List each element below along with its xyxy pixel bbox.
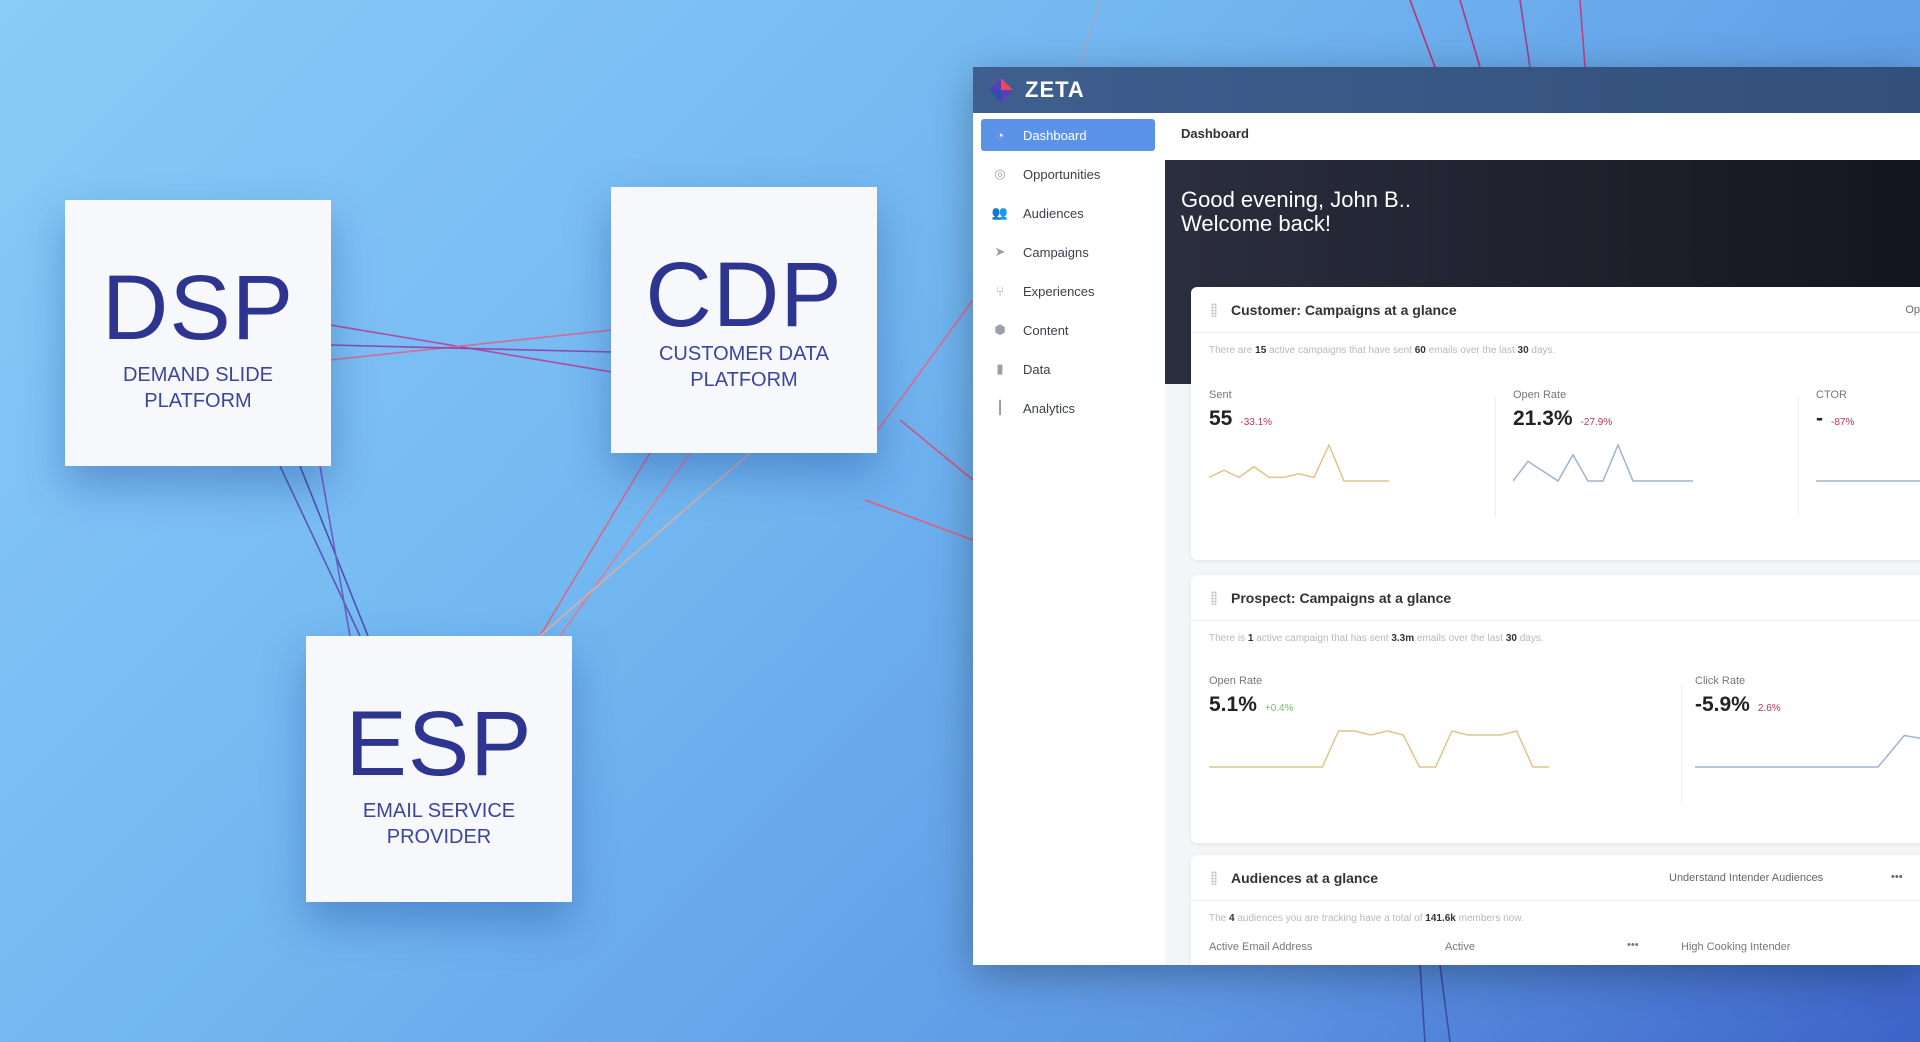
box-title: ESP bbox=[345, 693, 533, 795]
main-content: Dashboard Good evening, John B.. Welcome… bbox=[1165, 113, 1920, 965]
cdp-box: CDP CUSTOMER DATA PLATFORM bbox=[611, 187, 877, 453]
metric-delta: +0.4% bbox=[1264, 703, 1294, 714]
metric-sent: Sent 55 -33.1% bbox=[1209, 389, 1389, 482]
greeting: Good evening, John B.. bbox=[1181, 187, 1411, 212]
sidebar-item-data[interactable]: ▮ Data bbox=[981, 353, 1155, 385]
sidebar-item-label: Experiences bbox=[1023, 283, 1095, 299]
sidebar-item-label: Content bbox=[1023, 322, 1069, 338]
metric-open-rate: Open Rate 21.3% -27.9% bbox=[1513, 389, 1693, 483]
metric-delta: -27.9% bbox=[1580, 417, 1613, 428]
card-summary: The 4 audiences you are tracking have a … bbox=[1209, 913, 1524, 924]
metric-value: -5.9% bbox=[1695, 693, 1750, 716]
understand-intender-audiences-link[interactable]: Understand Intender Audiences bbox=[1669, 872, 1823, 884]
customer-campaigns-card: Customer: Campaigns at a glance Op There… bbox=[1191, 287, 1920, 560]
prospect-campaigns-card: Prospect: Campaigns at a glance There is… bbox=[1191, 575, 1920, 843]
gauge-icon: ◔ bbox=[996, 127, 1004, 143]
top-bar: ZETA bbox=[973, 67, 1920, 113]
box-title: DSP bbox=[101, 257, 295, 359]
sidebar-item-label: Opportunities bbox=[1023, 166, 1101, 182]
card-summary: There are 15 active campaigns that have … bbox=[1209, 345, 1556, 356]
files-icon: ▮ bbox=[996, 361, 1004, 376]
metric-label: Open Rate bbox=[1209, 675, 1263, 687]
drag-handle-icon[interactable] bbox=[1211, 870, 1217, 885]
metric-ctor: CTOR - -87% bbox=[1816, 389, 1920, 482]
audience-column: Active Email Address bbox=[1209, 941, 1313, 953]
sparkline bbox=[1209, 443, 1389, 482]
metric-delta: -87% bbox=[1831, 417, 1855, 428]
metric-label: Open Rate bbox=[1513, 389, 1567, 401]
audience-column: High Cooking Intender bbox=[1681, 941, 1791, 953]
metric-label: Click Rate bbox=[1695, 675, 1746, 687]
sidebar-item-campaigns[interactable]: ➤ Campaigns bbox=[981, 236, 1155, 268]
sidebar-item-opportunities[interactable]: ◎ Opportunities bbox=[981, 158, 1155, 190]
sidebar-item-experiences[interactable]: ⑂ Experiences bbox=[981, 275, 1155, 307]
sidebar-item-analytics[interactable]: ┃ Analytics bbox=[981, 392, 1155, 424]
metric-open-rate: Open Rate 5.1% +0.4% bbox=[1209, 675, 1549, 768]
card-title: Prospect: Campaigns at a glance bbox=[1231, 589, 1452, 606]
card-title: Audiences at a glance bbox=[1231, 869, 1379, 886]
brand-name: ZETA bbox=[1025, 77, 1085, 102]
zeta-logo-icon bbox=[989, 78, 1013, 102]
metric-click-rate: Click Rate -5.9% 2.6% bbox=[1695, 675, 1920, 768]
target-icon: ◎ bbox=[994, 166, 1006, 181]
metric-delta: -33.1% bbox=[1240, 417, 1273, 428]
welcome-text: Welcome back! bbox=[1181, 211, 1331, 236]
metric-value: 5.1% bbox=[1209, 693, 1257, 716]
metric-value: - bbox=[1816, 407, 1823, 430]
card-summary: There is 1 active campaign that has sent… bbox=[1209, 633, 1544, 644]
sidebar-item-content[interactable]: ⬢ Content bbox=[981, 314, 1155, 346]
metric-delta: 2.6% bbox=[1757, 703, 1781, 714]
users-icon: 👥 bbox=[991, 205, 1009, 220]
more-options-icon[interactable]: ••• bbox=[1891, 871, 1903, 883]
drag-handle-icon[interactable] bbox=[1211, 590, 1217, 605]
dsp-box: DSP DEMAND SLIDE PLATFORM bbox=[65, 200, 331, 466]
sparkline bbox=[1209, 730, 1549, 768]
sidebar-item-audiences[interactable]: 👥 Audiences bbox=[981, 197, 1155, 229]
esp-box: ESP EMAIL SERVICE PROVIDER bbox=[306, 636, 572, 902]
card-link[interactable]: Op bbox=[1905, 304, 1920, 316]
zeta-app-window: ZETA ◔ Dashboard ◎ Opportunities 👥 Audiences ➤… bbox=[973, 67, 1920, 965]
sidebar-item-label: Campaigns bbox=[1023, 244, 1089, 260]
metric-label: Sent bbox=[1209, 389, 1232, 401]
box-subtitle: DEMAND SLIDE PLATFORM bbox=[122, 364, 274, 412]
hierarchy-icon: ⑂ bbox=[996, 283, 1004, 299]
card-title: Customer: Campaigns at a glance bbox=[1231, 301, 1457, 318]
bar-chart-icon: ┃ bbox=[996, 400, 1004, 415]
audience-column: Active bbox=[1445, 941, 1475, 953]
sidebar-item-label: Audiences bbox=[1023, 205, 1084, 221]
box-subtitle: EMAIL SERVICE PROVIDER bbox=[362, 800, 516, 848]
audiences-card: Audiences at a glance Understand Intende… bbox=[1191, 855, 1920, 965]
paper-plane-icon: ➤ bbox=[994, 244, 1006, 259]
sidebar: ◔ Dashboard ◎ Opportunities 👥 Audiences ➤ Campa… bbox=[973, 113, 1163, 965]
drag-handle-icon[interactable] bbox=[1211, 302, 1217, 317]
sparkline bbox=[1816, 480, 1920, 482]
sidebar-item-label: Data bbox=[1023, 361, 1051, 377]
sidebar-item-label: Analytics bbox=[1023, 400, 1076, 416]
metric-label: CTOR bbox=[1816, 389, 1847, 401]
sidebar-item-dashboard[interactable]: ◔ Dashboard bbox=[981, 119, 1155, 151]
sparkline bbox=[1513, 443, 1693, 483]
metric-value: 55 bbox=[1209, 407, 1233, 430]
box-subtitle: CUSTOMER DATA PLATFORM bbox=[658, 343, 829, 391]
breadcrumb: Dashboard bbox=[1165, 113, 1920, 160]
sparkline bbox=[1695, 734, 1920, 768]
sidebar-item-label: Dashboard bbox=[1023, 127, 1087, 143]
cube-icon: ⬢ bbox=[994, 322, 1006, 337]
column-more-icon[interactable]: ••• bbox=[1627, 939, 1639, 951]
box-title: CDP bbox=[645, 244, 843, 346]
metric-value: 21.3% bbox=[1513, 407, 1573, 430]
